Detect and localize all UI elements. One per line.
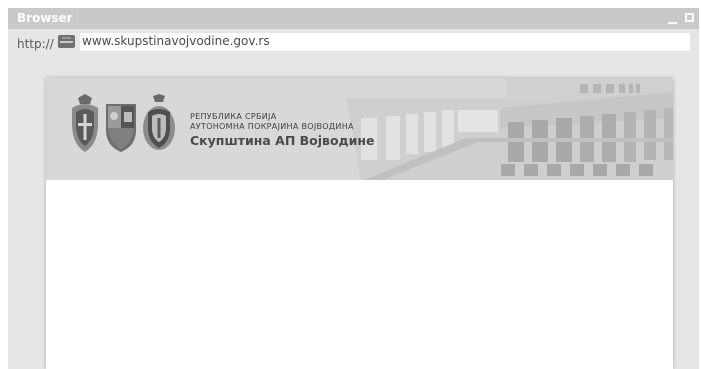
url-text: www.skupstinavojvodine.gov.rs — [82, 34, 270, 48]
window-title: Browser — [17, 11, 73, 25]
coat-of-arms-group — [68, 94, 182, 154]
org-line-assembly[interactable]: Скупштина АП Војводине — [190, 133, 375, 148]
url-input[interactable]: www.skupstinavojvodine.gov.rs — [80, 33, 690, 51]
minimize-icon[interactable] — [668, 22, 677, 24]
serbia-coat-of-arms-icon — [72, 94, 98, 152]
org-line-province: АУТОНОМНА ПОКРАЈИНА ВОЈВОДИНА — [190, 122, 354, 131]
site-header: РЕПУБЛИКА СРБИЈА АУТОНОМНА ПОКРАЈИНА ВОЈ… — [46, 78, 673, 180]
protocol-label: http:// — [17, 37, 54, 51]
maximize-icon[interactable] — [685, 13, 694, 22]
web-page: РЕПУБЛИКА СРБИЈА АУТОНОМНА ПОКРАЈИНА ВОЈ… — [46, 78, 673, 369]
vojvodina-crest-icon — [143, 94, 175, 150]
org-line-republic: РЕПУБЛИКА СРБИЈА — [190, 112, 277, 121]
browser-viewport: РЕПУБЛИКА СРБИЈА АУТОНОМНА ПОКРАЈИНА ВОЈ… — [8, 59, 699, 369]
title-bar: Browser — [8, 8, 699, 29]
organization-name: РЕПУБЛИКА СРБИЈА АУТОНОМНА ПОКРАЈИНА ВОЈ… — [190, 112, 375, 148]
browser-window: Browser http:// www.skupstinavojvodine.g… — [8, 8, 699, 369]
site-favicon-icon — [58, 35, 75, 48]
address-bar: http:// www.skupstinavojvodine.gov.rs — [8, 29, 699, 59]
vojvodina-coat-of-arms-icon — [106, 104, 136, 152]
